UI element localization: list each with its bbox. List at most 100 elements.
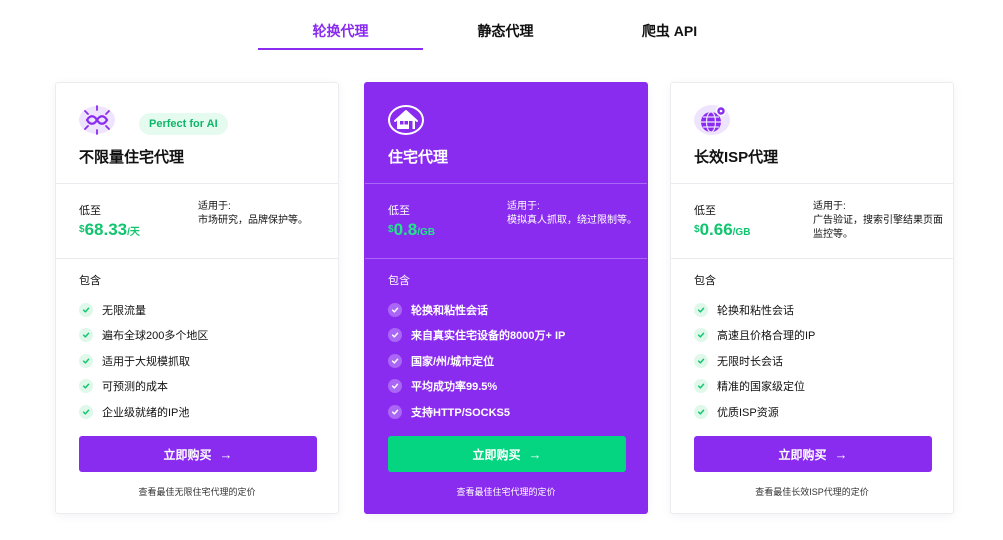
feature-item: 国家/州/城市定位: [388, 348, 565, 374]
tab-static-proxy[interactable]: 静态代理: [423, 14, 588, 50]
feature-text: 轮换和粘性会话: [411, 304, 488, 317]
view-pricing-link[interactable]: 查看最佳长效ISP代理的定价: [671, 485, 953, 498]
arrow-right-icon: →: [834, 446, 848, 462]
price-section: 低至 $0.66/GB 适用于: 广告验证，搜索引擎结果页面监控等。: [671, 184, 953, 259]
card-title: 不限量住宅代理: [79, 149, 185, 166]
price-unit: /天: [127, 227, 140, 238]
buy-now-label: 立即购买: [472, 447, 521, 462]
includes-section: 包含 轮换和粘性会话 高速且价格合理的IP 无限时长会话 精准的国家级定位 优质…: [671, 259, 953, 515]
view-pricing-link[interactable]: 查看最佳住宅代理的定价: [365, 485, 647, 498]
suitable-for: 适用于: 模拟真人抓取，绕过限制等。: [507, 200, 637, 228]
feature-text: 国家/州/城市定位: [411, 355, 495, 368]
price-amount: 0.66: [699, 220, 733, 239]
feature-item: 平均成功率99.5%: [388, 374, 565, 400]
includes-section: 包含 轮换和粘性会话 来自真实住宅设备的8000万+ IP 国家/州/城市定位 …: [365, 259, 647, 515]
feature-text: 支持HTTP/SOCKS5: [411, 406, 511, 419]
suitable-for: 适用于: 市场研究，品牌保护等。: [198, 200, 328, 228]
arrow-right-icon: →: [528, 446, 542, 462]
feature-list: 无限流量 遍布全球200多个地区 适用于大规模抓取 可预测的成本 企业级就绪的I…: [79, 297, 208, 425]
price: $0.66/GB: [694, 220, 750, 240]
suitable-desc: 模拟真人抓取，绕过限制等。: [507, 215, 637, 226]
buy-now-button[interactable]: 立即购买 →: [694, 436, 932, 472]
price-amount: 0.8: [393, 220, 418, 239]
feature-item: 遍布全球200多个地区: [79, 323, 208, 349]
feature-text: 精准的国家级定位: [717, 381, 805, 394]
feature-text: 来自真实住宅设备的8000万+ IP: [411, 330, 566, 343]
buy-now-label: 立即购买: [778, 447, 827, 462]
includes-section: 包含 无限流量 遍布全球200多个地区 适用于大规模抓取 可预测的成本 企业级就…: [56, 259, 338, 515]
view-pricing-link[interactable]: 查看最佳无限住宅代理的定价: [56, 485, 338, 498]
includes-label: 包含: [694, 275, 716, 287]
check-icon: [79, 302, 93, 317]
check-icon: [694, 404, 708, 419]
feature-text: 高速且价格合理的IP: [717, 330, 816, 343]
price-unit: /GB: [732, 227, 751, 238]
check-icon: [694, 328, 708, 343]
card-title: 长效ISP代理: [694, 149, 779, 166]
house-icon: [388, 103, 424, 137]
feature-item: 无限流量: [79, 297, 208, 323]
includes-label: 包含: [79, 275, 101, 287]
check-icon: [79, 328, 93, 343]
card-title: 住宅代理: [388, 149, 449, 166]
feature-item: 无限时长会话: [694, 348, 815, 374]
price-amount: 68.33: [84, 220, 128, 239]
feature-text: 适用于大规模抓取: [102, 355, 190, 368]
feature-list: 轮换和粘性会话 来自真实住宅设备的8000万+ IP 国家/州/城市定位 平均成…: [388, 297, 565, 425]
pricing-card-unlimited-residential: Perfect for AI 不限量住宅代理 低至 $68.33/天 适用于: …: [55, 82, 339, 514]
feature-text: 遍布全球200多个地区: [102, 330, 209, 343]
feature-text: 可预测的成本: [102, 381, 168, 394]
feature-item: 来自真实住宅设备的8000万+ IP: [388, 323, 565, 349]
feature-item: 企业级就绪的IP池: [79, 399, 208, 425]
product-tabs: 轮换代理 静态代理 爬虫 API: [0, 0, 1003, 52]
price: $68.33/天: [79, 220, 140, 240]
feature-item: 轮换和粘性会话: [388, 297, 565, 323]
check-icon: [694, 353, 708, 368]
perfect-for-ai-badge: Perfect for AI: [139, 113, 228, 135]
feature-item: 可预测的成本: [79, 374, 208, 400]
feature-text: 无限时长会话: [717, 355, 783, 368]
check-icon: [694, 379, 708, 394]
feature-text: 企业级就绪的IP池: [102, 406, 190, 419]
unlimited-proxy-icon: [79, 103, 115, 137]
check-icon: [388, 353, 402, 368]
suitable-desc: 广告验证，搜索引擎结果页面监控等。: [813, 215, 943, 240]
pricing-card-isp: 长效ISP代理 低至 $0.66/GB 适用于: 广告验证，搜索引擎结果页面监控…: [670, 82, 954, 514]
feature-text: 优质ISP资源: [717, 406, 779, 419]
feature-list: 轮换和粘性会话 高速且价格合理的IP 无限时长会话 精准的国家级定位 优质ISP…: [694, 297, 815, 425]
feature-item: 高速且价格合理的IP: [694, 323, 815, 349]
check-icon: [388, 302, 402, 317]
price-section: 低至 $0.8/GB 适用于: 模拟真人抓取，绕过限制等。: [365, 184, 647, 259]
card-header: Perfect for AI 不限量住宅代理: [56, 83, 338, 184]
isp-globe-icon: [694, 103, 730, 137]
suitable-label: 适用于:: [507, 201, 540, 212]
feature-text: 轮换和粘性会话: [717, 304, 794, 317]
check-icon: [79, 353, 93, 368]
check-icon: [79, 404, 93, 419]
suitable-for: 适用于: 广告验证，搜索引擎结果页面监控等。: [813, 200, 943, 242]
buy-now-button[interactable]: 立即购买 →: [388, 436, 626, 472]
includes-label: 包含: [388, 275, 410, 287]
suitable-label: 适用于:: [813, 201, 846, 212]
check-icon: [388, 328, 402, 343]
price-section: 低至 $68.33/天 适用于: 市场研究，品牌保护等。: [56, 184, 338, 259]
feature-text: 无限流量: [102, 304, 146, 317]
card-header: 长效ISP代理: [671, 83, 953, 184]
tab-rotating-proxy[interactable]: 轮换代理: [258, 14, 423, 50]
from-label: 低至: [388, 205, 410, 217]
price-unit: /GB: [417, 227, 435, 238]
from-label: 低至: [79, 205, 101, 217]
buy-now-label: 立即购买: [163, 447, 212, 462]
check-icon: [79, 379, 93, 394]
check-icon: [694, 302, 708, 317]
suitable-label: 适用于:: [198, 201, 231, 212]
feature-text: 平均成功率99.5%: [411, 381, 498, 394]
arrow-right-icon: →: [219, 446, 233, 462]
price: $0.8/GB: [388, 220, 435, 240]
buy-now-button[interactable]: 立即购买 →: [79, 436, 317, 472]
tab-scraper-api[interactable]: 爬虫 API: [587, 14, 752, 50]
feature-item: 适用于大规模抓取: [79, 348, 208, 374]
card-header: 住宅代理: [365, 83, 647, 184]
from-label: 低至: [694, 205, 716, 217]
pricing-card-residential: 住宅代理 低至 $0.8/GB 适用于: 模拟真人抓取，绕过限制等。 包含 轮换…: [364, 82, 648, 514]
